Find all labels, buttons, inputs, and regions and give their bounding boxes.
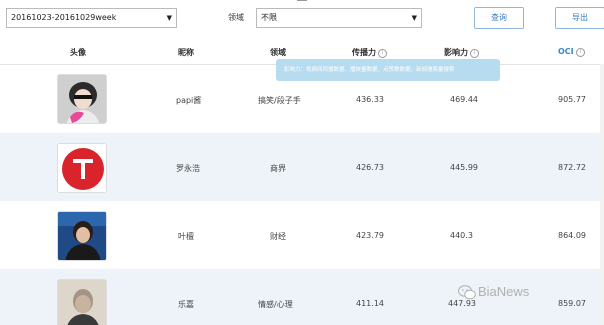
query-button[interactable]: 查询	[474, 7, 524, 29]
row-influence: 447.93	[448, 299, 476, 308]
filter-toolbar: 20161023-20161029week ▼ 领域 不限 ▼ 查询 导出	[0, 0, 604, 38]
row-nickname: 叶檀	[178, 232, 194, 241]
info-icon[interactable]: i	[575, 48, 585, 57]
header-spread[interactable]: 传播力 i	[352, 47, 387, 58]
header-spread-label: 传播力	[352, 48, 376, 57]
scrollbar[interactable]	[600, 64, 604, 325]
info-icon[interactable]: i	[470, 49, 479, 58]
row-field: 商界	[270, 164, 286, 173]
avatar	[57, 143, 107, 193]
avatar-logo-image	[58, 144, 106, 192]
field-label: 领域	[228, 13, 244, 22]
avatar	[57, 211, 107, 261]
info-icon[interactable]: i	[378, 49, 387, 58]
avatar	[57, 279, 107, 325]
row-oci: 872.72	[558, 163, 586, 172]
page: 20161023-20161029week ▼ 领域 不限 ▼ 查询 导出 头像…	[0, 0, 604, 325]
field-select[interactable]: 不限 ▼	[256, 8, 422, 28]
avatar-yetan-image	[58, 212, 106, 260]
header-influence-label: 影响力	[444, 48, 468, 57]
table-row[interactable]: 叶檀 财经 423.79 440.3 864.09	[0, 201, 604, 269]
row-field: 财经	[270, 232, 286, 241]
date-range-select[interactable]: 20161023-20161029week ▼	[6, 8, 177, 28]
chevron-down-icon: ▼	[411, 14, 417, 22]
row-spread: 423.79	[356, 231, 384, 240]
row-nickname: 罗永浩	[176, 164, 200, 173]
avatar-lejia-image	[58, 280, 106, 325]
chevron-down-icon: ▼	[166, 14, 172, 22]
row-influence: 445.99	[450, 163, 478, 172]
table-row[interactable]: 罗永浩 商界 426.73 445.99 872.72	[0, 133, 604, 201]
field-select-value: 不限	[261, 13, 277, 22]
header-nickname: 昵称	[178, 48, 194, 57]
row-nickname: 乐嘉	[178, 300, 194, 309]
row-oci: 864.09	[558, 231, 586, 240]
row-oci: 859.07	[558, 299, 586, 308]
row-spread: 411.14	[356, 299, 384, 308]
influence-tooltip: 影响力：视频网同播数据、播放量数据、点赞数数据，新闻搜索量搜索	[276, 59, 500, 81]
avatar	[57, 74, 107, 124]
export-button[interactable]: 导出	[555, 7, 604, 29]
row-spread: 426.73	[356, 163, 384, 172]
row-field: 情感/心理	[258, 300, 293, 309]
header-influence[interactable]: 影响力 i	[444, 47, 479, 58]
header-field: 领域	[270, 48, 286, 57]
row-field: 搞笑/段子手	[258, 96, 301, 105]
header-oci-label: OCI	[558, 47, 574, 56]
avatar-papi-image	[58, 75, 106, 123]
row-spread: 436.33	[356, 95, 384, 104]
row-oci: 905.77	[558, 95, 586, 104]
row-nickname: papi酱	[176, 96, 202, 105]
header-avatar: 头像	[70, 48, 86, 57]
date-range-value: 20161023-20161029week	[11, 13, 117, 22]
row-influence: 469.44	[450, 95, 478, 104]
header-oci[interactable]: OCI i	[558, 47, 585, 57]
watermark-text: BiaNews	[478, 284, 530, 299]
row-influence: 440.3	[450, 231, 473, 240]
wechat-icon	[458, 285, 476, 300]
